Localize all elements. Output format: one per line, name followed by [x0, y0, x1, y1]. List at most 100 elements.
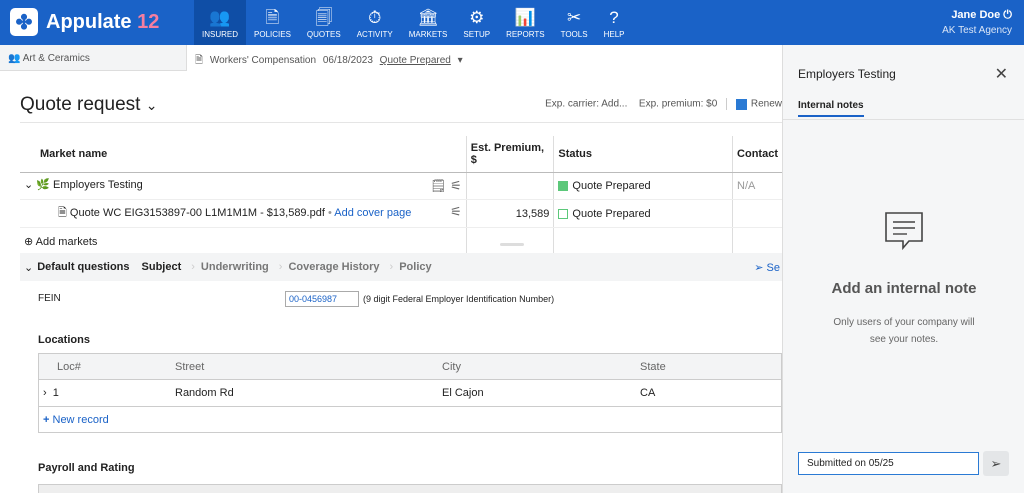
quote-status-text: Quote Prepared	[572, 207, 651, 220]
fein-input[interactable]: 00-0456987	[285, 291, 359, 307]
nav-label: ACTIVITY	[356, 30, 393, 39]
clover-logo-icon: ✤	[10, 8, 38, 36]
tab-internal-notes[interactable]: Internal notes	[798, 100, 864, 117]
notes-icon[interactable]: 🗒	[430, 178, 447, 193]
tab-coverage-history[interactable]: Coverage History	[284, 261, 383, 273]
tab-policy[interactable]: Policy	[395, 261, 435, 273]
add-markets-row[interactable]: ⊕ Add markets	[20, 227, 782, 255]
send-button[interactable]: ➢ Se	[754, 261, 780, 274]
status-empty-icon	[558, 208, 569, 219]
insured-name: Art & Ceramics	[22, 53, 90, 64]
nav-markets[interactable]: 🏛 MARKETS	[401, 0, 456, 45]
empty-cell	[465, 227, 554, 255]
chevron-right-icon: ›	[389, 261, 394, 273]
policy-selector[interactable]: 🗎 Workers' Compensation 06/18/2023 Quote…	[186, 45, 782, 71]
exp-premium[interactable]: Exp. premium: $0	[639, 99, 717, 110]
table-row[interactable]: 🗎 Quote WC EIG3153897-00 L1M1M1M - $13,5…	[20, 199, 782, 228]
nav-label: POLICIES	[254, 30, 291, 39]
document-icon: 🗎	[195, 55, 204, 66]
people-icon: 👥	[8, 53, 21, 64]
add-markets-button[interactable]: Add markets	[36, 236, 98, 248]
nav-label: HELP	[603, 30, 625, 39]
col-est-premium: Est. Premium, $	[465, 136, 554, 173]
resize-handle[interactable]	[500, 243, 524, 246]
chevron-down-icon[interactable]: ⌄	[24, 179, 33, 191]
add-cover-page-link[interactable]: Add cover page	[334, 207, 411, 219]
app-logo[interactable]: ✤ Appulate 12	[10, 8, 159, 36]
markets-table: Market name Est. Premium, $ Status Conta…	[20, 136, 782, 255]
sliders-icon[interactable]: ⚟	[450, 178, 462, 193]
chevron-down-icon: ⌄	[145, 97, 158, 113]
market-contact: N/A	[732, 172, 782, 200]
panel-title: Employers Testing	[798, 67, 896, 81]
default-questions-label[interactable]: Default questions	[37, 261, 133, 273]
help-icon: ?	[609, 8, 619, 27]
market-logo-icon: 🌿	[36, 179, 50, 191]
close-icon[interactable]: ✕	[995, 64, 1008, 84]
note-input[interactable]: Submitted on 05/25	[798, 452, 979, 475]
nav-setup[interactable]: ⚙ SETUP	[455, 0, 498, 45]
page-title[interactable]: Quote request ⌄	[20, 94, 157, 116]
plus-icon: +	[43, 413, 50, 426]
exp-carrier[interactable]: Exp. carrier: Add...	[545, 99, 627, 110]
nav-label: INSURED	[202, 30, 239, 39]
reports-icon: 📊	[514, 8, 536, 27]
nav-label: TOOLS	[560, 30, 588, 39]
table-row[interactable]: › 1 Random Rd El Cajon CA	[39, 380, 781, 407]
policy-name: Workers' Compensation	[209, 55, 317, 66]
col-state: State	[640, 360, 666, 373]
nav-reports[interactable]: 📊 REPORTS	[498, 0, 553, 45]
chevron-down-icon[interactable]: ⌄	[24, 261, 33, 274]
divider	[20, 122, 782, 123]
col-city: City	[442, 360, 461, 373]
col-status: Status	[553, 136, 733, 173]
nav-tools[interactable]: ✂ TOOLS	[553, 0, 596, 45]
nav-label: MARKETS	[408, 30, 448, 39]
fein-label: FEIN	[38, 293, 61, 304]
activity-icon: ⏱	[368, 8, 382, 27]
policies-icon: 🗎	[265, 8, 280, 27]
quote-premium: 13,589	[465, 199, 554, 228]
market-status: Quote Prepared	[553, 172, 733, 200]
col-loc: Loc#	[57, 360, 81, 373]
table-row[interactable]: ⌄ 🌿 Employers Testing 🗒 ⚟ Quote Prepared…	[20, 172, 782, 200]
col-street: Street	[175, 360, 205, 373]
empty-state-description: Only users of your company will see your…	[833, 317, 975, 345]
user-name: Jane Doe	[951, 9, 1001, 21]
new-record-button[interactable]: + New record	[39, 407, 781, 432]
new-record-label: New record	[52, 413, 109, 426]
quote-status: Quote Prepared	[553, 199, 733, 228]
renew-label: Renew	[750, 98, 782, 110]
loc-number: 1	[52, 387, 59, 399]
locations-title: Locations	[38, 334, 90, 346]
chevron-down-icon: ▾	[457, 55, 463, 66]
nav-label: REPORTS	[506, 30, 545, 39]
nav-activity[interactable]: ⏱ ACTIVITY	[349, 0, 401, 45]
policy-status: Quote Prepared	[379, 55, 451, 66]
nav-help[interactable]: ? HELP	[596, 0, 633, 45]
notes-panel: Employers Testing ✕ Internal notes Add a…	[782, 45, 1024, 493]
sliders-icon[interactable]: ⚟	[450, 204, 462, 220]
fein-note: (9 digit Federal Employer Identification…	[363, 294, 555, 304]
nav-insured[interactable]: 👥 INSURED	[194, 0, 247, 45]
chevron-right-icon[interactable]: ›	[43, 387, 47, 399]
questions-tabs: ⌄ Default questions Subject › Underwritin…	[20, 253, 782, 281]
col-market-name: Market name	[20, 136, 467, 173]
user-menu[interactable]: Jane Doe ⏻ AK Test Agency	[942, 9, 1012, 36]
markets-icon: 🏛	[417, 8, 439, 27]
tab-subject[interactable]: Subject	[138, 261, 186, 273]
nav-quotes[interactable]: 🗐 QUOTES	[299, 0, 349, 45]
checkbox-icon[interactable]	[735, 98, 747, 110]
page-title-text: Quote request	[20, 94, 141, 115]
loc-city: El Cajon	[442, 387, 484, 399]
send-note-button[interactable]: ➢	[983, 451, 1009, 476]
tab-underwriting[interactable]: Underwriting	[197, 261, 273, 273]
insured-breadcrumb[interactable]: 👥 Art & Ceramics	[8, 53, 90, 64]
chevron-right-icon: ›	[191, 261, 195, 273]
quote-file-link[interactable]: Quote WC EIG3153897-00 L1M1M1M - $13,589…	[70, 207, 325, 219]
empty-cell	[553, 227, 733, 255]
market-status-text: Quote Prepared	[572, 180, 651, 192]
top-navigation-bar: ✤ Appulate 12 👥 INSURED 🗎 POLICIES 🗐 QUOTES…	[0, 0, 1024, 45]
speech-note-icon	[883, 210, 925, 255]
nav-policies[interactable]: 🗎 POLICIES	[246, 0, 299, 45]
